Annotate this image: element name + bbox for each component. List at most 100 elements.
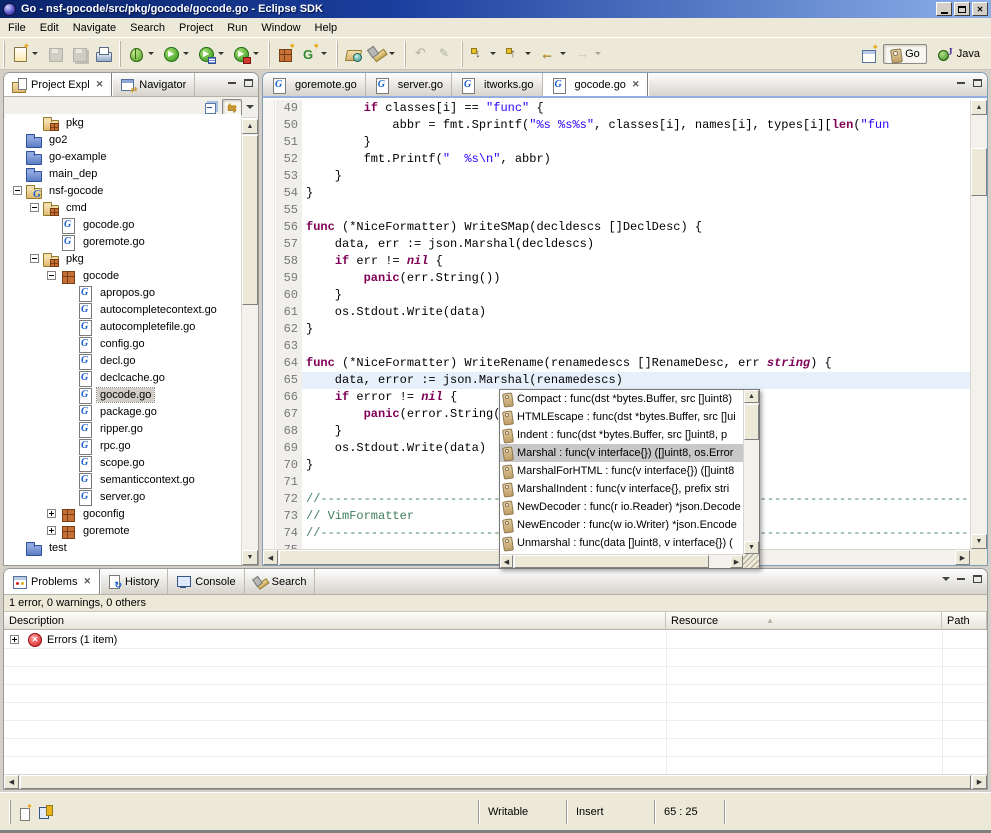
perspective-java[interactable]: Java xyxy=(931,44,987,64)
line-number[interactable]: 73 xyxy=(276,508,302,525)
line-number[interactable]: 70 xyxy=(276,457,302,474)
editor-tab-gocode-go[interactable]: gocode.go✕ xyxy=(543,73,649,96)
tree-item-goremote[interactable]: goremote xyxy=(5,522,241,539)
problems-row[interactable]: Errors (1 item) xyxy=(4,631,987,649)
line-number[interactable]: 64 xyxy=(276,355,302,372)
minimize-button[interactable] xyxy=(936,2,952,16)
previous-annotation-button-dropdown[interactable] xyxy=(525,52,531,55)
run-history-button-dropdown[interactable] xyxy=(218,52,224,55)
scroll-up-icon[interactable]: ▲ xyxy=(744,390,759,403)
tree-item-gocode-go[interactable]: gocode.go xyxy=(5,386,241,403)
tree-item-go2[interactable]: go2 xyxy=(5,131,241,148)
line-number[interactable]: 58 xyxy=(276,253,302,270)
code-line-53[interactable]: } xyxy=(302,168,970,185)
debug-button-dropdown[interactable] xyxy=(148,52,154,55)
code-line-60[interactable]: } xyxy=(302,287,970,304)
tree-item-goconfig[interactable]: goconfig xyxy=(5,505,241,522)
scroll-down-icon[interactable]: ▼ xyxy=(242,550,258,565)
scroll-thumb[interactable] xyxy=(514,555,709,568)
problems-tab-history[interactable]: History xyxy=(100,569,168,594)
tree-item-semanticcontext-go[interactable]: semanticcontext.go xyxy=(5,471,241,488)
fast-view-icon[interactable] xyxy=(19,805,31,819)
code-line-64[interactable]: func (*NiceFormatter) WriteRename(rename… xyxy=(302,355,970,372)
completion-item[interactable]: Marshal : func(v interface{}) ([]uint8, … xyxy=(500,444,743,462)
menu-window[interactable]: Window xyxy=(254,20,307,36)
line-number[interactable]: 54 xyxy=(276,185,302,202)
previous-annotation-button[interactable] xyxy=(501,42,536,66)
tree-item-scope-go[interactable]: scope.go xyxy=(5,454,241,471)
tree-item-autocompletefile-go[interactable]: autocompletefile.go xyxy=(5,318,241,335)
tree-item-ripper-go[interactable]: ripper.go xyxy=(5,420,241,437)
line-number[interactable]: 61 xyxy=(276,304,302,321)
forward-button-dropdown[interactable] xyxy=(595,52,601,55)
new-button-dropdown[interactable] xyxy=(32,52,38,55)
run-button[interactable] xyxy=(159,42,194,66)
scroll-left-icon[interactable]: ◀ xyxy=(263,550,278,565)
tree-item-pkg[interactable]: pkg xyxy=(5,250,241,267)
tree-item-nsf-gocode[interactable]: Gnsf-gocode xyxy=(5,182,241,199)
minimize-view-button[interactable] xyxy=(225,77,238,89)
completion-item[interactable]: NewDecoder : func(r io.Reader) *json.Dec… xyxy=(500,498,743,516)
line-number[interactable]: 75 xyxy=(276,542,302,549)
problems-tab-problems[interactable]: Problems✕ xyxy=(4,569,100,594)
completion-item[interactable]: MarshalForHTML : func(v interface{}) ([]… xyxy=(500,462,743,480)
search-button-dropdown[interactable] xyxy=(389,52,395,55)
code-line-61[interactable]: os.Stdout.Write(data) xyxy=(302,304,970,321)
popup-hscrollbar[interactable]: ◀ ▶ xyxy=(500,554,743,568)
scroll-thumb[interactable] xyxy=(744,404,759,440)
back-button[interactable] xyxy=(536,42,571,66)
menu-project[interactable]: Project xyxy=(172,20,220,36)
tree-item-config-go[interactable]: config.go xyxy=(5,335,241,352)
expand-toggle-icon[interactable] xyxy=(47,509,56,518)
print-button[interactable] xyxy=(91,42,115,66)
perspective-go[interactable]: Go xyxy=(883,44,927,64)
line-number[interactable]: 55 xyxy=(276,202,302,219)
maximize-view-button[interactable] xyxy=(971,573,984,585)
next-annotation-button[interactable] xyxy=(466,42,501,66)
external-tools-button-dropdown[interactable] xyxy=(253,52,259,55)
scroll-right-icon[interactable]: ▶ xyxy=(972,775,987,789)
tree-item-test[interactable]: test xyxy=(5,539,241,556)
menu-edit[interactable]: Edit xyxy=(33,20,66,36)
explorer-scrollbar[interactable]: ▲ ▼ xyxy=(241,119,258,565)
run-button-dropdown[interactable] xyxy=(183,52,189,55)
line-number[interactable]: 49 xyxy=(276,100,302,117)
collapse-all-icon[interactable] xyxy=(204,101,218,114)
line-number[interactable]: 52 xyxy=(276,151,302,168)
collapse-toggle-icon[interactable] xyxy=(30,254,39,263)
scroll-thumb[interactable] xyxy=(242,135,258,305)
minimize-view-button[interactable] xyxy=(954,77,967,89)
collapse-toggle-icon[interactable] xyxy=(30,203,39,212)
menu-file[interactable]: File xyxy=(1,20,33,36)
line-number[interactable]: 72 xyxy=(276,491,302,508)
scroll-up-icon[interactable]: ▲ xyxy=(971,100,987,115)
expand-toggle-icon[interactable] xyxy=(10,635,19,644)
maximize-view-button[interactable] xyxy=(242,77,255,89)
code-line-65[interactable]: data, error := json.Marshal(renamedescs) xyxy=(302,372,970,389)
back-button-dropdown[interactable] xyxy=(560,52,566,55)
open-resource-button[interactable] xyxy=(341,42,365,66)
line-number[interactable]: 71 xyxy=(276,474,302,491)
line-number[interactable]: 67 xyxy=(276,406,302,423)
code-line-63[interactable] xyxy=(302,338,970,355)
code-line-56[interactable]: func (*NiceFormatter) WriteSMap(decldesc… xyxy=(302,219,970,236)
tree-item-gocode[interactable]: gocode xyxy=(5,267,241,284)
tree-item-go-example[interactable]: go-example xyxy=(5,148,241,165)
line-number[interactable]: 57 xyxy=(276,236,302,253)
line-number[interactable]: 51 xyxy=(276,134,302,151)
close-tab-icon[interactable]: ✕ xyxy=(96,79,104,90)
scroll-right-icon[interactable]: ▶ xyxy=(730,555,743,568)
line-number[interactable]: 53 xyxy=(276,168,302,185)
explorer-tab-project-expl[interactable]: Project Expl✕ xyxy=(4,73,112,96)
line-number[interactable]: 66 xyxy=(276,389,302,406)
new-go-element-button[interactable] xyxy=(297,42,332,66)
editor-tab-itworks-go[interactable]: itworks.go xyxy=(452,73,543,96)
open-perspective-icon[interactable] xyxy=(861,46,877,62)
collapse-toggle-icon[interactable] xyxy=(47,271,56,280)
editor-tab-goremote-go[interactable]: goremote.go xyxy=(263,73,366,96)
new-go-element-button-dropdown[interactable] xyxy=(321,52,327,55)
maximize-view-button[interactable] xyxy=(971,77,984,89)
scroll-left-icon[interactable]: ◀ xyxy=(500,555,513,568)
code-line-49[interactable]: if classes[i] == "func" { xyxy=(302,100,970,117)
line-number[interactable]: 60 xyxy=(276,287,302,304)
